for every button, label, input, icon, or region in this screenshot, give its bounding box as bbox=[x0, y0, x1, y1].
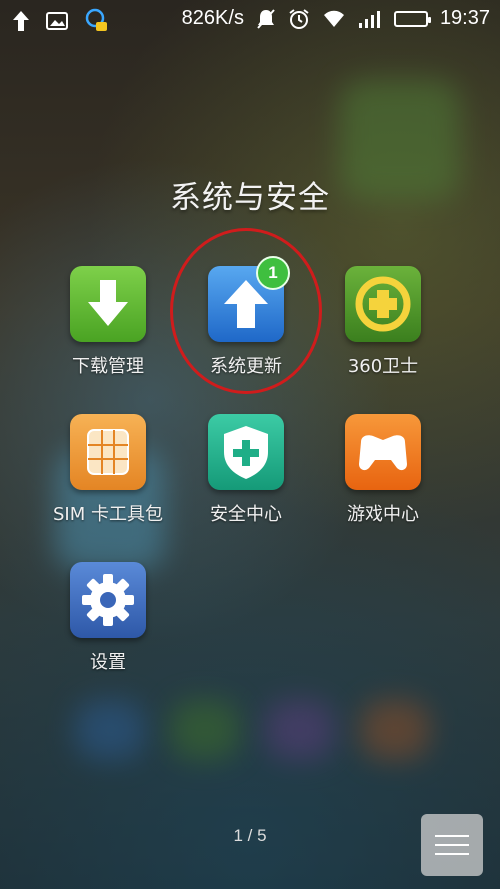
download-arrow-icon bbox=[70, 266, 146, 342]
upload-arrow-icon bbox=[12, 10, 30, 32]
menu-button[interactable] bbox=[421, 814, 483, 876]
app-label: SIM 卡工具包 bbox=[53, 504, 163, 525]
app-settings[interactable]: 设置 bbox=[38, 562, 178, 674]
wifi-icon bbox=[322, 10, 346, 28]
highlight-circle bbox=[170, 228, 322, 394]
app-sim-toolkit[interactable]: SIM 卡工具包 bbox=[38, 414, 178, 526]
settings-gear-icon bbox=[70, 562, 146, 638]
app-label: 设置 bbox=[90, 652, 126, 673]
image-icon bbox=[46, 12, 68, 30]
menu-line bbox=[435, 853, 469, 855]
app-download-manager[interactable]: 下载管理 bbox=[38, 266, 178, 378]
app-label: 游戏中心 bbox=[347, 504, 419, 525]
app-game-center[interactable]: 游戏中心 bbox=[313, 414, 453, 526]
sim-card-icon bbox=[70, 414, 146, 490]
mute-icon bbox=[256, 8, 276, 30]
alarm-icon bbox=[288, 8, 310, 30]
background-blob bbox=[75, 700, 145, 760]
app-label: 安全中心 bbox=[210, 504, 282, 525]
network-speed: 826K/s bbox=[181, 7, 244, 29]
menu-line bbox=[435, 835, 469, 837]
battery-icon bbox=[393, 10, 431, 27]
background-blob bbox=[360, 700, 430, 760]
gamepad-icon bbox=[345, 414, 421, 490]
folder-title: 系统与安全 bbox=[170, 180, 330, 216]
menu-line bbox=[435, 844, 469, 846]
security-shield-icon bbox=[208, 414, 284, 490]
app-label: 360卫士 bbox=[347, 356, 419, 377]
background-blob bbox=[170, 700, 240, 760]
app-security-center[interactable]: 安全中心 bbox=[176, 414, 316, 526]
app-label: 下载管理 bbox=[72, 356, 144, 377]
app-360-security[interactable]: 360卫士 bbox=[313, 266, 453, 378]
assistant-icon bbox=[84, 8, 108, 34]
360-shield-icon bbox=[345, 266, 421, 342]
clock: 19:37 bbox=[439, 7, 490, 29]
background-blob bbox=[265, 700, 335, 760]
status-bar: 826K/s 19:37 bbox=[0, 0, 500, 44]
signal-icon bbox=[358, 10, 382, 28]
